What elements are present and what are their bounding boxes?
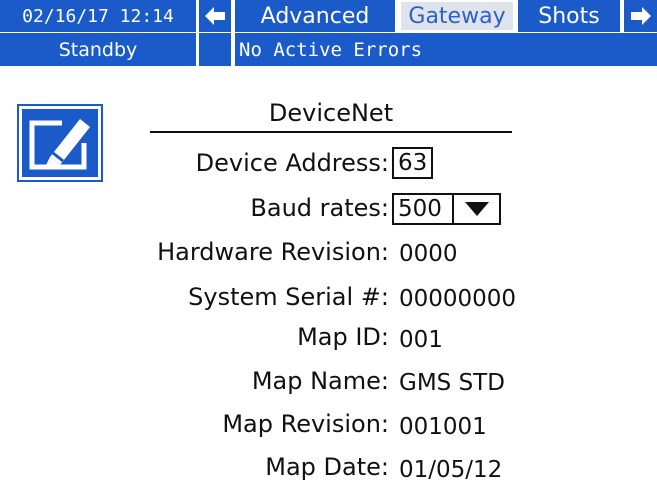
section-title: DeviceNet [268, 99, 394, 127]
tab-advanced[interactable]: Advanced [235, 0, 395, 32]
map-date-label: Map Date: [265, 453, 389, 481]
system-serial-value: 00000000 [399, 286, 517, 312]
arrow-right-icon[interactable] [624, 0, 657, 32]
map-name-value: GMS STD [399, 370, 505, 396]
edit-pencil-icon [29, 119, 90, 170]
status-bar: Standby No Active Errors [0, 33, 657, 66]
tab-shots[interactable]: Shots [518, 0, 620, 32]
tab-gateway[interactable]: Gateway [399, 0, 515, 32]
device-address-label: Device Address: [195, 149, 389, 177]
chevron-down-icon [454, 195, 499, 223]
chevron-down-icon-glyph [464, 202, 489, 216]
map-id-label: Map ID: [297, 323, 389, 351]
map-date-value: 01/05/12 [399, 457, 503, 483]
arrow-left-icon[interactable] [199, 0, 231, 32]
system-serial-label: System Serial #: [188, 283, 389, 311]
hardware-revision-label: Hardware Revision: [157, 238, 389, 266]
arrow-left-icon-glyph [205, 7, 225, 25]
device-address-input[interactable]: 63 [392, 147, 434, 179]
arrow-right-icon-glyph [630, 7, 651, 25]
top-navigation-bar: 02/16/17 12:14 Advanced Gateway Shots [0, 0, 657, 33]
map-revision-label: Map Revision: [222, 410, 389, 438]
map-id-value: 001 [399, 327, 443, 353]
baud-rates-value: 500 [394, 195, 454, 223]
map-name-label: Map Name: [251, 367, 389, 395]
hardware-revision-value: 0000 [399, 241, 458, 267]
map-revision-value: 001001 [399, 414, 487, 440]
status-indicator [199, 33, 231, 66]
datetime-display: 02/16/17 12:14 [0, 0, 196, 32]
section-divider [150, 131, 512, 133]
edit-button-face [22, 109, 98, 177]
baud-rates-select[interactable]: 500 [392, 193, 501, 225]
system-mode-status: Standby [0, 33, 196, 66]
error-status: No Active Errors [235, 33, 657, 66]
edit-button[interactable] [17, 104, 103, 182]
baud-rates-label: Baud rates: [250, 194, 389, 222]
